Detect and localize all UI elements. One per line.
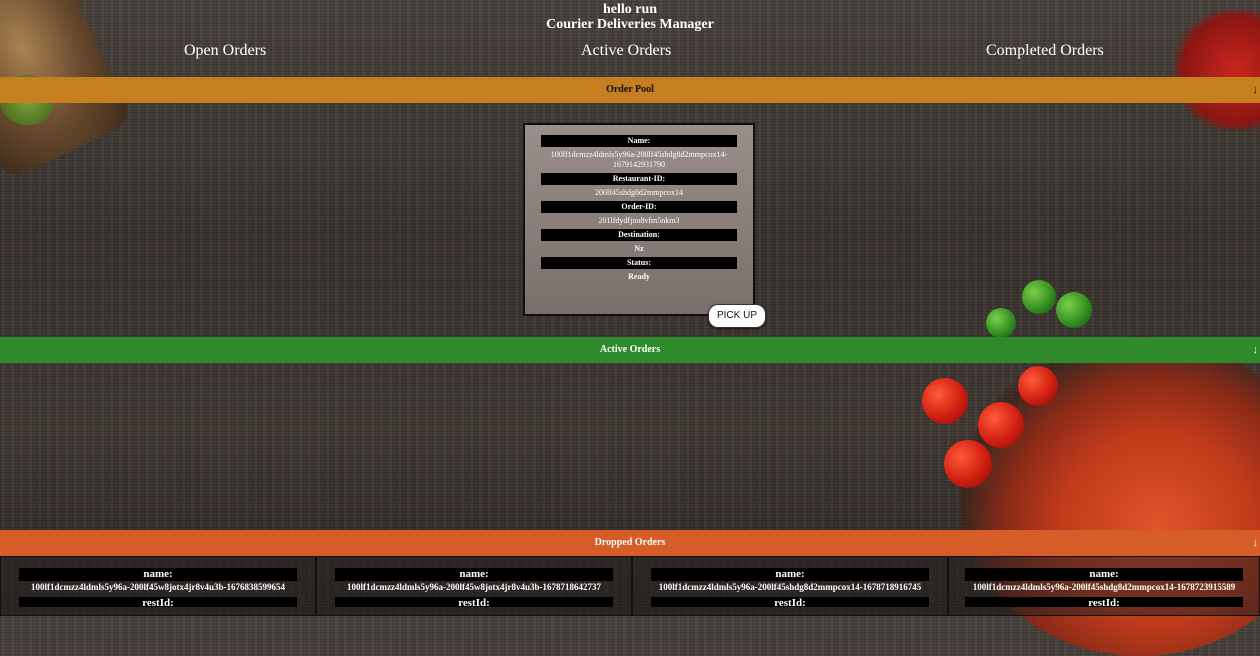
active-orders-section-bar[interactable]: Active Orders ↓ [0,337,1260,363]
nav-open-orders[interactable]: Open Orders [184,42,266,60]
name-label: name: [335,568,613,581]
dropped-orders-title: Dropped Orders [594,537,666,548]
nav-completed-orders[interactable]: Completed Orders [986,42,1104,60]
rest-id-label: restId: [651,597,929,607]
dropped-orders-section-bar[interactable]: Dropped Orders ↓ [0,530,1260,556]
active-orders-title: Active Orders [599,344,661,355]
rest-id-label: restId: [965,597,1243,607]
arrow-down-icon[interactable]: ↓ [1253,77,1259,103]
dropped-orders-list: name: 100lf1dcmzz4ldmls5y96a-200lf45w8jo… [0,556,1260,616]
status-label: Status: [541,257,737,269]
green-tomato-decoration [986,308,1016,338]
dropped-order-card: name: 100lf1dcmzz4ldmls5y96a-200lf45w8jo… [316,556,632,616]
order-name: 100lf1dcmzz4ldmls5y96a-200lf45shdg8d2mmp… [972,582,1236,592]
tomato-decoration [922,378,968,424]
name-label: Name: [541,135,737,147]
name-label: name: [19,568,297,581]
order-name: 100lf1dcmzz4ldmls5y96a-200lf45w8jotx4jr8… [347,582,601,592]
arrow-down-icon[interactable]: ↓ [1253,530,1259,556]
dropped-order-card: name: 100lf1dcmzz4ldmls5y96a-200lf45w8jo… [0,556,316,616]
green-tomato-decoration [1022,280,1056,314]
dropped-order-card: name: 100lf1dcmzz4ldmls5y96a-200lf45shdg… [632,556,948,616]
order-pool-title: Order Pool [606,84,654,95]
name-label: name: [965,568,1243,581]
order-card: Name: 100lf1dcmzz4ldmls5y96a-200lf45shdg… [523,123,755,316]
order-id-label: Order-ID: [541,201,737,213]
tomato-decoration [978,402,1024,448]
page-title: Courier Deliveries Manager [546,17,714,32]
user-greeting: hello run [602,2,658,17]
destination-label: Destination: [541,229,737,241]
restaurant-id: 200lf45shdg8d2mmpcox14 [595,188,683,197]
green-tomato-decoration [1056,292,1092,328]
dropped-order-card: name: 100lf1dcmzz4ldmls5y96a-200lf45shdg… [948,556,1260,616]
tomato-decoration [1018,366,1058,406]
destination: Nz [634,244,644,253]
pick-up-button[interactable]: PICK UP [708,304,766,328]
tomato-decoration [944,440,992,488]
order-name: 100lf1dcmzz4ldmls5y96a-200lf45w8jotx4jr8… [31,582,285,592]
order-status: Ready [628,272,650,281]
order-pool-section-bar[interactable]: Order Pool ↓ [0,77,1260,103]
order-name: 100lf1dcmzz4ldmls5y96a-200lf45shdg8d2mmp… [658,582,922,592]
nav-active-orders[interactable]: Active Orders [581,42,671,60]
restaurant-id-label: Restaurant-ID: [541,173,737,185]
name-label: name: [651,568,929,581]
rest-id-label: restId: [19,597,297,607]
rest-id-label: restId: [335,597,613,607]
order-name: 100lf1dcmzz4ldmls5y96a-200lf45shdg8d2mmp… [550,150,728,169]
order-id: 201lfdydfjno8vfm5nkm3 [598,216,680,225]
arrow-down-icon[interactable]: ↓ [1253,337,1259,363]
